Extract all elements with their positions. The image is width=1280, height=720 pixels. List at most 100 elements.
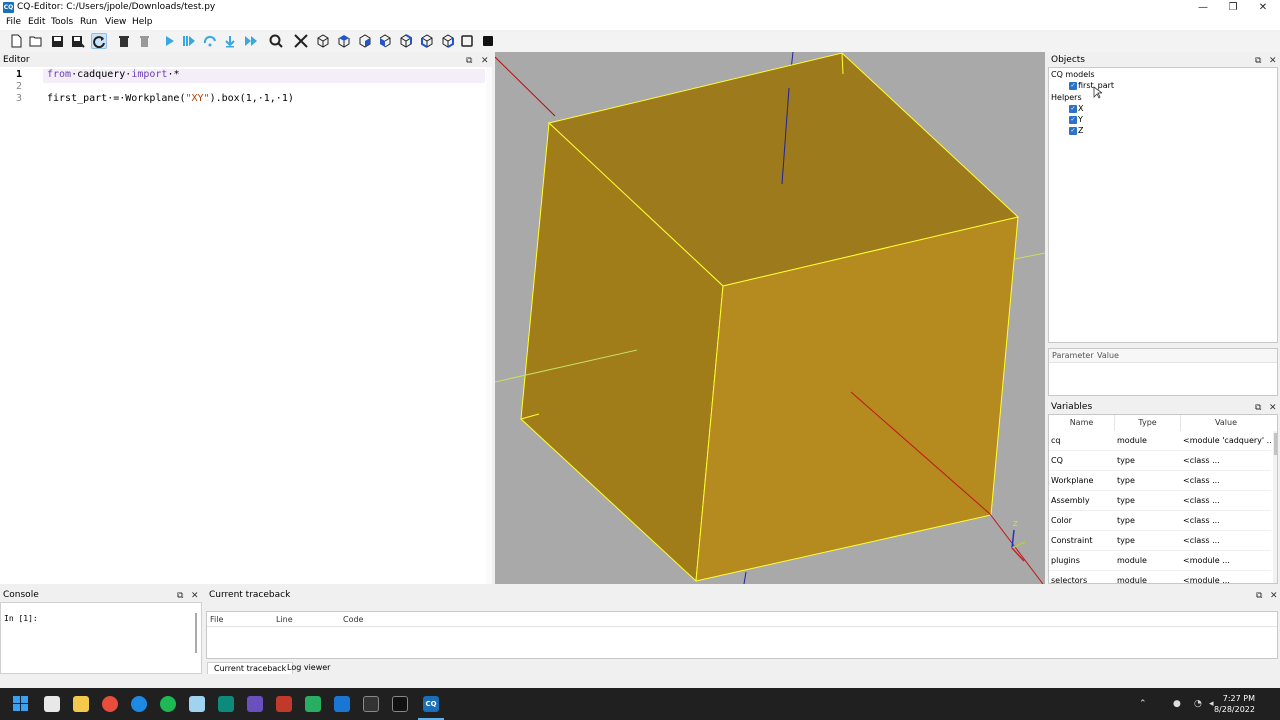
file-column-header[interactable]: File [210, 615, 223, 624]
wifi-icon[interactable]: ◔ [1194, 699, 1202, 709]
console-scrollbar[interactable] [195, 613, 197, 653]
variable-cell[interactable]: <module 'cadquery' ... [1181, 431, 1271, 451]
tray-chevron-icon[interactable]: ⌃ [1139, 699, 1147, 709]
variables-close-icon[interactable]: ✕ [1269, 401, 1277, 415]
powershell-icon[interactable] [363, 696, 379, 712]
editor-close-icon[interactable]: ✕ [481, 54, 489, 68]
3d-viewport[interactable]: Z [495, 52, 1045, 584]
left-view-icon[interactable] [418, 33, 434, 49]
checkbox-checked-icon[interactable]: ✓ [1069, 127, 1077, 135]
variable-cell[interactable]: CQ [1049, 451, 1115, 471]
file-explorer-icon[interactable] [73, 696, 89, 712]
front-view-icon[interactable] [376, 33, 392, 49]
code-column-header[interactable]: Code [343, 615, 363, 624]
variable-cell[interactable]: plugins [1049, 551, 1115, 571]
code-editor[interactable]: 1 2 3 from·cadquery·import·* first_part·=… [0, 67, 492, 584]
shaded-icon[interactable] [480, 33, 496, 49]
variable-cell[interactable]: Assembly [1049, 491, 1115, 511]
wireframe-icon[interactable] [459, 33, 475, 49]
name-column-header[interactable]: Name [1049, 415, 1115, 431]
variable-cell[interactable]: type [1115, 451, 1181, 471]
menu-tools[interactable]: Tools [51, 17, 73, 27]
store-icon[interactable] [189, 696, 205, 712]
system-clock[interactable]: 7:27 PM 8/28/2022 [1214, 693, 1255, 715]
zoom-fit-icon[interactable] [268, 33, 284, 49]
save-as-icon[interactable] [70, 33, 86, 49]
variable-cell[interactable]: Workplane [1049, 471, 1115, 491]
microphone-icon[interactable]: ● [1173, 699, 1181, 709]
objects-close-icon[interactable]: ✕ [1269, 54, 1277, 68]
run-icon[interactable] [161, 33, 177, 49]
signal-icon[interactable] [131, 696, 147, 712]
menu-file[interactable]: File [6, 17, 21, 27]
variable-cell[interactable]: cq [1049, 431, 1115, 451]
app-green-icon[interactable] [305, 696, 321, 712]
tab-log-viewer[interactable]: Log viewer [281, 662, 336, 674]
terminal-app-icon[interactable] [218, 696, 234, 712]
step-into-icon[interactable] [222, 33, 238, 49]
variable-cell[interactable]: <class ... [1181, 471, 1271, 491]
open-folder-icon[interactable] [28, 33, 44, 49]
top-view-icon[interactable] [335, 33, 351, 49]
menu-view[interactable]: View [105, 17, 126, 27]
variable-cell[interactable]: type [1115, 531, 1181, 551]
console-output[interactable]: In [1]: [0, 602, 202, 674]
delete-icon[interactable] [136, 33, 152, 49]
console-close-icon[interactable]: ✕ [191, 589, 199, 603]
variable-cell[interactable]: type [1115, 511, 1181, 531]
command-prompt-icon[interactable] [392, 696, 408, 712]
clear-icon[interactable] [116, 33, 132, 49]
objects-float-icon[interactable]: ⧉ [1255, 54, 1261, 68]
variable-cell[interactable]: <class ... [1181, 511, 1271, 531]
vscode-icon[interactable] [334, 696, 350, 712]
variable-cell[interactable]: <module ... [1181, 571, 1271, 583]
menu-run[interactable]: Run [80, 17, 97, 27]
variable-cell[interactable]: Constraint [1049, 531, 1115, 551]
tree-item-y[interactable]: Y [1078, 115, 1083, 124]
iso-view-icon[interactable] [314, 33, 330, 49]
chrome-icon[interactable] [102, 696, 118, 712]
new-file-icon[interactable] [8, 33, 24, 49]
variable-cell[interactable]: <class ... [1181, 491, 1271, 511]
variable-cell[interactable]: <module ... [1181, 551, 1271, 571]
variable-cell[interactable]: module [1115, 571, 1181, 583]
variable-cell[interactable]: type [1115, 471, 1181, 491]
close-button[interactable]: ✕ [1248, 0, 1278, 15]
traceback-float-icon[interactable]: ⧉ [1256, 589, 1262, 603]
menu-help[interactable]: Help [132, 17, 153, 27]
spotify-icon[interactable] [160, 696, 176, 712]
tree-item-x[interactable]: X [1078, 104, 1083, 113]
variable-cell[interactable]: <class ... [1181, 451, 1271, 471]
variable-cell[interactable]: module [1115, 551, 1181, 571]
tree-group-cq-models[interactable]: CQ models [1051, 70, 1095, 79]
cq-editor-taskbar-icon[interactable]: CQ [423, 696, 439, 712]
variable-cell[interactable]: module [1115, 431, 1181, 451]
fit-all-icon[interactable] [293, 33, 309, 49]
minimize-button[interactable]: — [1188, 0, 1218, 15]
variables-float-icon[interactable]: ⧉ [1255, 401, 1261, 415]
code-line[interactable]: from·cadquery·import·* [47, 69, 179, 80]
bottom-view-icon[interactable] [356, 33, 372, 49]
checkbox-checked-icon[interactable]: ✓ [1069, 116, 1077, 124]
tree-item-z[interactable]: Z [1078, 126, 1083, 135]
back-view-icon[interactable] [397, 33, 413, 49]
checkbox-checked-icon[interactable]: ✓ [1069, 82, 1077, 90]
pdf-reader-icon[interactable] [276, 696, 292, 712]
step-over-icon[interactable] [202, 33, 218, 49]
continue-icon[interactable] [243, 33, 259, 49]
cube-model-view[interactable]: Z [495, 52, 1045, 584]
teams-icon[interactable] [247, 696, 263, 712]
traceback-close-icon[interactable]: ✕ [1270, 589, 1278, 603]
editor-scrollbar[interactable] [486, 67, 492, 584]
volume-icon[interactable]: ◂ [1209, 699, 1214, 709]
task-view-icon[interactable] [44, 696, 60, 712]
variable-cell[interactable]: <class ... [1181, 531, 1271, 551]
checkbox-checked-icon[interactable]: ✓ [1069, 105, 1077, 113]
debug-icon[interactable] [181, 33, 197, 49]
windows-start-icon[interactable] [13, 696, 29, 712]
type-column-header[interactable]: Type [1115, 415, 1181, 431]
tree-group-helpers[interactable]: Helpers [1051, 93, 1082, 102]
variable-cell[interactable]: type [1115, 491, 1181, 511]
code-line[interactable]: first_part·=·Workplane("XY").box(1,·1,·1… [47, 93, 294, 104]
line-column-header[interactable]: Line [276, 615, 293, 624]
